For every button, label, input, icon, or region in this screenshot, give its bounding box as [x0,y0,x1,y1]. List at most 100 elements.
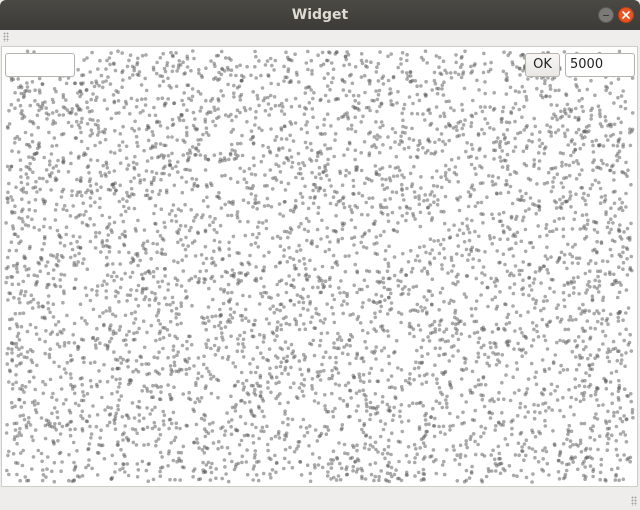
scatter-point [194,127,198,132]
close-button[interactable] [618,7,634,23]
scatter-point [185,424,189,428]
scatter-point [153,291,157,296]
scatter-point [174,84,179,89]
scatter-point [150,395,154,400]
scatter-point [617,207,621,211]
scatter-point [599,463,603,467]
scatter-point [415,254,420,258]
scatter-point [244,460,249,464]
scatter-point [113,461,118,466]
scatter-point [360,356,365,360]
scatter-point [433,81,438,86]
scatter-point [510,432,514,437]
scatter-point [367,371,372,376]
scatter-point [239,279,244,283]
scatter-point [328,284,332,288]
scatter-point [392,405,397,410]
scatter-point [113,294,118,299]
scatter-point [278,212,282,216]
scatter-point [158,124,163,128]
scatter-point [588,335,593,340]
scatter-point [587,309,592,313]
scatter-point [597,279,602,283]
scatter-point [268,168,273,172]
scatter-point [40,247,44,252]
scatter-point [582,473,586,478]
scatter-point [295,73,299,77]
scatter-point [50,469,54,474]
scatter-point [253,173,258,177]
scatter-point [613,478,618,482]
minimize-button[interactable] [598,7,614,23]
scatter-point [6,346,11,351]
scatter-point [564,93,569,98]
scatter-point [44,418,49,423]
scatter-point [470,147,475,151]
scatter-canvas[interactable] [1,46,638,487]
scatter-point [583,448,588,452]
title-bar[interactable]: Widget [0,0,640,30]
scatter-point [16,434,20,438]
scatter-point [5,275,9,280]
scatter-point [524,98,529,102]
scatter-point [569,139,574,144]
scatter-point [389,91,393,95]
scatter-point [482,131,487,136]
scatter-point [601,403,605,407]
scatter-point [248,362,252,366]
scatter-point [526,377,531,381]
scatter-point [482,431,486,435]
scatter-point [190,176,194,181]
scatter-point [308,320,313,325]
scatter-point [153,405,157,410]
scatter-point [117,250,121,254]
scatter-point [164,143,168,148]
scatter-point [254,425,258,430]
scatter-point [326,428,331,432]
scatter-point [286,372,291,376]
scatter-point [278,244,283,248]
scatter-point [51,166,56,170]
scatter-point [248,107,252,111]
scatter-point [485,195,489,199]
scatter-point [302,262,307,266]
scatter-point [492,280,497,284]
scatter-point [503,262,507,267]
scatter-point [99,428,103,433]
scatter-point [471,257,476,261]
scatter-point [395,101,399,105]
scatter-point [304,123,308,127]
scatter-point [354,391,359,396]
scatter-point [231,234,236,239]
scatter-point [383,257,387,262]
scatter-point [232,274,236,279]
scatter-point [494,276,499,281]
scatter-point [77,106,82,111]
scatter-point [124,333,129,337]
toolbar-grip-handle[interactable] [3,32,9,42]
scatter-point [518,405,522,410]
scatter-point [353,262,358,267]
scatter-point [163,69,168,74]
scatter-point [574,192,578,196]
scatter-point [461,231,466,236]
scatter-point [513,453,518,457]
scatter-point [266,448,270,453]
scatter-point [474,276,479,281]
scatter-point [362,140,367,144]
scatter-point [278,401,282,406]
scatter-point [608,349,612,354]
scatter-point [136,56,140,61]
scatter-point [506,190,511,195]
scatter-point [629,221,633,226]
scatter-point [373,461,378,465]
scatter-point [220,355,225,360]
scatter-point [442,221,447,226]
scatter-point [377,478,381,483]
scatter-point [586,356,590,361]
scatter-point [184,125,189,130]
scatter-point [437,251,442,256]
scatter-point [483,250,487,254]
scatter-point [16,77,20,81]
scatter-point [28,167,32,172]
